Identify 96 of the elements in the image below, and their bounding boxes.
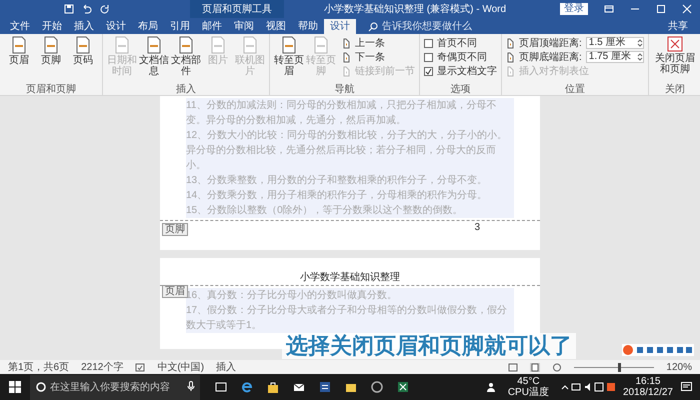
circle-app-icon[interactable] (370, 380, 384, 394)
window-title: 小学数学基础知识整理 (兼容模式) - Word (324, 2, 506, 16)
spin-arrows-icon (636, 38, 643, 48)
checkbox[interactable] (424, 38, 433, 48)
spin-label: 页眉顶端距离: (519, 36, 582, 50)
checkbox-label: 奇偶页不同 (437, 50, 487, 64)
spreadsheet-app-icon[interactable] (396, 380, 410, 394)
spin-field[interactable]: 1.75 厘米 (586, 51, 644, 63)
ribbon-button[interactable]: 文档信息 (139, 36, 169, 84)
ribbon-button[interactable]: 转至页眉 (274, 36, 304, 84)
word-count: 2212个字 (81, 360, 124, 374)
ribbon-tab[interactable]: 文件 (4, 19, 36, 34)
zoom-level[interactable]: 120% (666, 360, 692, 374)
windows-logo-icon (9, 381, 21, 393)
task-view-icon[interactable] (214, 380, 228, 394)
document-icon (342, 66, 351, 76)
cortana-circle-icon (36, 382, 46, 392)
taskbar-search-field[interactable]: 在这里输入你要搜索的内容 (30, 374, 200, 400)
checkbox[interactable] (424, 66, 433, 76)
ribbon-button[interactable]: 文档部件 (171, 36, 201, 84)
spin-arrows-icon (636, 52, 643, 62)
ribbon-tab[interactable]: 开始 (36, 19, 68, 34)
ribbon-tab[interactable]: 邮件 (196, 19, 228, 34)
cpu-temperature: 45°C (517, 376, 540, 387)
group-label: 导航 (334, 84, 356, 95)
ribbon-button[interactable]: 页脚 (36, 36, 66, 84)
cpu-temperature-label: CPU温度 (508, 387, 549, 398)
ribbon-tab[interactable]: 引用 (164, 19, 196, 34)
redo-icon (100, 4, 110, 14)
paragraph-text: 13、分数乘整数，用分数的分子和整数相乘的积作分子，分母不变。 (186, 173, 514, 188)
ribbon-button[interactable]: 页码 (68, 36, 98, 84)
clock-time: 16:15 (635, 376, 660, 387)
notification-icon (681, 382, 692, 392)
paragraph-text: 12、分数大小的比较：同分母的分数相比较，分子大的大，分子小的小。异分母的分数相比较，先通分然后再比较；若分子相同，分母大的反而小。 (186, 128, 514, 173)
checkbox-label: 首页不同 (437, 36, 477, 50)
paragraph-text: 15、分数除以整数（0除外），等于分数乘以这个整数的倒数。 (186, 203, 514, 218)
context-tab-label: 页眉和页脚工具 (190, 0, 284, 18)
clock-date: 2018/12/27 (622, 387, 673, 398)
tell-me-field[interactable]: 告诉我你想要做什么 (382, 19, 492, 34)
group-label: 页眉和页脚 (25, 84, 77, 95)
checkbox[interactable] (424, 52, 433, 62)
ribbon-tab[interactable]: 设计 (324, 19, 356, 34)
shopping-bag-icon[interactable] (266, 380, 280, 394)
document-icon (506, 38, 515, 48)
ribbon-small-button[interactable]: 上一条 (342, 36, 415, 50)
group-label: 位置 (564, 84, 586, 95)
ime-toolbar-icon (622, 344, 694, 356)
zoom-thumb[interactable] (618, 362, 622, 372)
word-app-icon[interactable] (318, 380, 332, 394)
spin-label: 页脚底端距离: (519, 50, 582, 64)
maximize-icon (656, 4, 666, 14)
ribbon-display-icon (604, 4, 614, 14)
insert-mode[interactable]: 插入 (216, 360, 236, 374)
group-label: 选项 (450, 84, 472, 95)
page-number: 3 (474, 222, 480, 233)
ribbon-tab[interactable]: 视图 (260, 19, 292, 34)
undo-icon (82, 4, 92, 14)
proofing-icon (135, 362, 146, 372)
read-mode-icon (508, 362, 518, 372)
close-icon (682, 4, 692, 14)
ribbon-tab[interactable]: 设计 (100, 19, 132, 34)
search-icon (368, 22, 378, 32)
paragraph-text: 17、假分数：分子比分母大或者分子和分母相等的分数叫做假分数，假分数大于或等于1。 (186, 303, 514, 333)
document-icon (342, 52, 351, 62)
header-tag: 页眉 (162, 285, 188, 298)
document-icon (506, 52, 515, 62)
share-button[interactable]: 共享 (668, 19, 688, 34)
ribbon-button[interactable]: 页眉 (4, 36, 34, 84)
header-text: 小学数学基础知识整理 (300, 272, 400, 283)
close-header-footer-button[interactable]: 关闭页眉和页脚 (652, 36, 697, 84)
language-indicator[interactable]: 中文(中国) (157, 360, 204, 374)
login-button[interactable]: 登录 (560, 3, 588, 15)
document-icon (342, 38, 351, 48)
browser-icon[interactable] (240, 380, 254, 394)
tray-icons-drawing (560, 382, 615, 392)
web-layout-icon (552, 362, 562, 372)
ribbon-small-button[interactable]: 下一条 (342, 50, 415, 64)
save-icon (64, 4, 74, 14)
ribbon-tab[interactable]: 帮助 (292, 19, 324, 34)
paragraph-text: 14、分数乘分数，用分子相乘的积作分子，分母相乘的积作为分母。 (186, 188, 514, 203)
spin-field[interactable]: 1.5 厘米 (586, 37, 644, 49)
footer-tag: 页脚 (162, 223, 188, 236)
person-icon (486, 382, 496, 392)
print-layout-icon (530, 362, 540, 372)
check-icon (425, 68, 432, 74)
ribbon-tab[interactable]: 审阅 (228, 19, 260, 34)
group-label: 关闭 (664, 84, 686, 95)
page-info: 第1页，共6页 (8, 360, 70, 374)
microphone-icon (187, 381, 195, 392)
checkbox-label: 显示文档文字 (437, 64, 497, 78)
group-label: 插入 (175, 84, 197, 95)
document-icon (506, 66, 515, 76)
ribbon-tab[interactable]: 布局 (132, 19, 164, 34)
ribbon-tab[interactable]: 插入 (68, 19, 100, 34)
video-caption: 选择关闭页眉和页脚就可以了 (282, 333, 576, 359)
paragraph-text: 11、分数的加减法则：同分母的分数相加减，只把分子相加减，分母不变。异分母的分数相加减，先通分，然后再加减。 (186, 98, 514, 128)
